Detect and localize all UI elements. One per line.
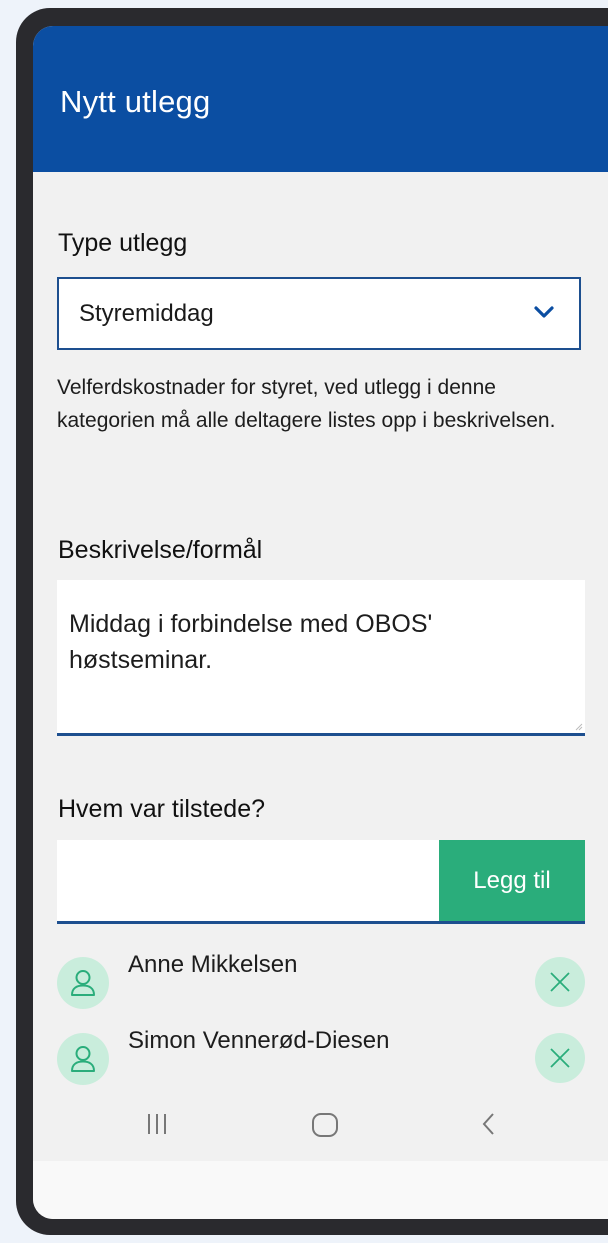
type-select-value: Styremiddag [79, 300, 214, 327]
bottom-strip [33, 1161, 608, 1219]
home-icon[interactable] [311, 1112, 339, 1138]
remove-attendee-button[interactable] [535, 957, 585, 1007]
close-icon [550, 1048, 570, 1068]
avatar [57, 957, 109, 1009]
attendees-label: Hvem var tilstede? [58, 795, 266, 823]
user-icon [71, 970, 95, 996]
user-icon [71, 1046, 95, 1072]
app-screen: Nytt utlegg Type utlegg Styremiddag Velf… [33, 26, 608, 1219]
recent-apps-icon[interactable] [146, 1112, 168, 1136]
type-label: Type utlegg [58, 229, 188, 257]
type-select[interactable]: Styremiddag [57, 277, 581, 350]
remove-attendee-button[interactable] [535, 1033, 585, 1083]
attendee-list-item: Simon Vennerød-Diesen [57, 1027, 585, 1085]
attendee-input-row: Legg til [57, 840, 585, 924]
description-text: Middag i forbindelse med OBOS' høstsemin… [69, 610, 433, 674]
description-label: Beskrivelse/formål [58, 536, 263, 564]
attendee-input[interactable] [57, 840, 439, 921]
close-icon [550, 972, 570, 992]
back-icon[interactable] [481, 1112, 497, 1136]
attendee-name: Anne Mikkelsen [128, 951, 298, 978]
system-navigation-bar [33, 1086, 608, 1161]
resize-grip-icon[interactable] [573, 721, 583, 731]
avatar [57, 1033, 109, 1085]
description-textarea[interactable]: Middag i forbindelse med OBOS' høstsemin… [57, 580, 585, 736]
add-attendee-button[interactable]: Legg til [439, 840, 585, 921]
attendee-name: Simon Vennerød-Diesen [128, 1027, 390, 1054]
attendee-list-item: Anne Mikkelsen [57, 951, 585, 1009]
chevron-down-icon [534, 306, 554, 318]
type-helper-text: Velferdskostnader for styret, ved utlegg… [57, 376, 556, 432]
page-title: Nytt utlegg [60, 84, 211, 119]
app-header: Nytt utlegg [33, 26, 608, 172]
